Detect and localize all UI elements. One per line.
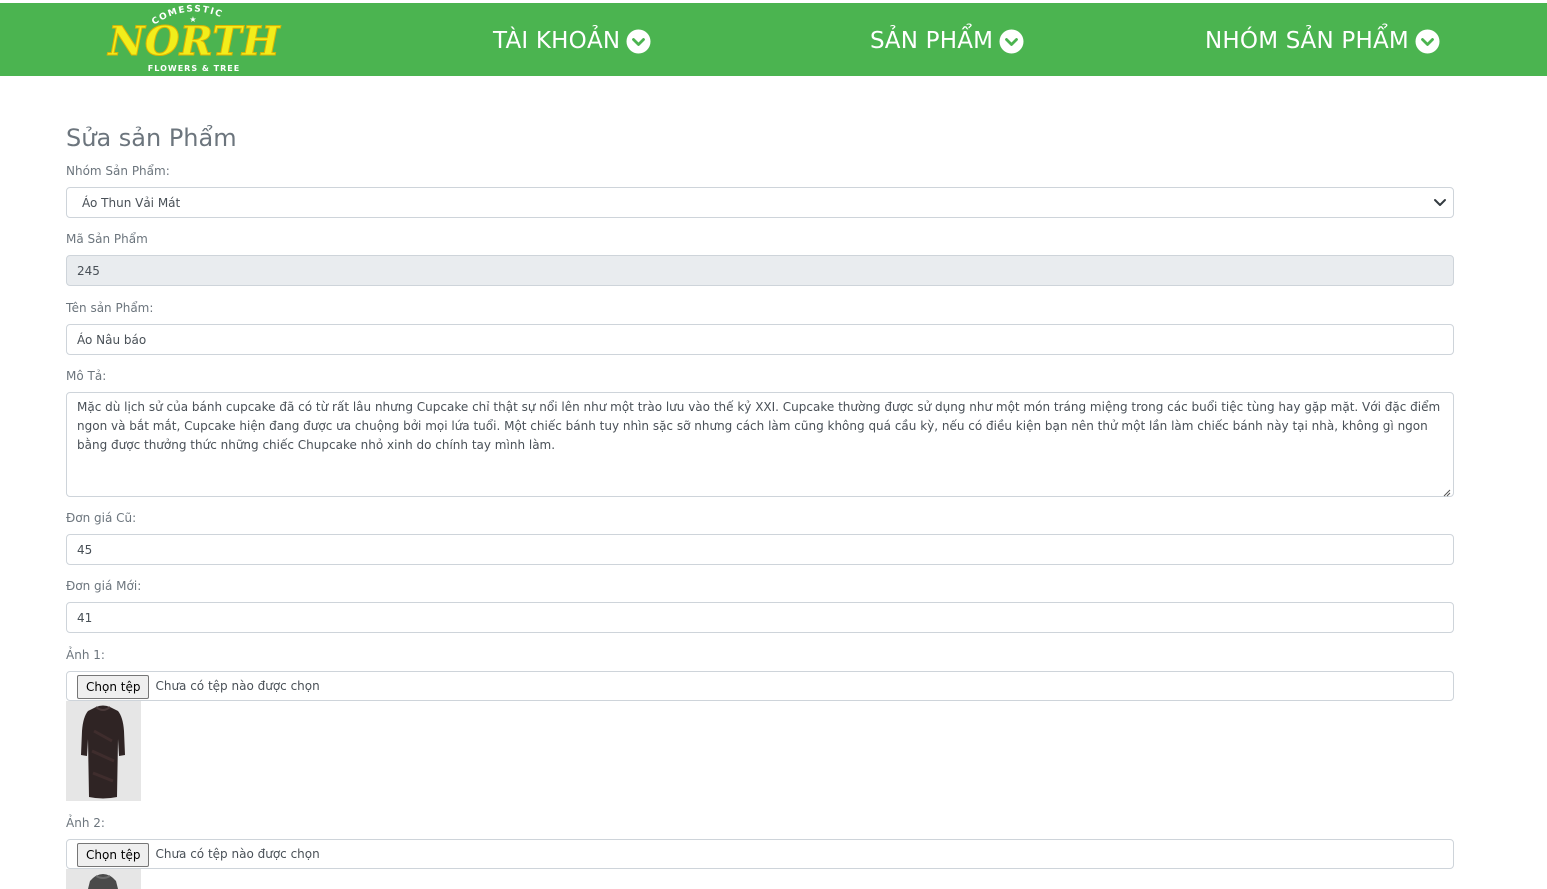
logo-tagline: FLOWERS & TREE bbox=[148, 64, 240, 73]
name-input[interactable]: Áo Nâu báo bbox=[66, 324, 1454, 355]
image1-label: Ảnh 1: bbox=[66, 648, 105, 662]
chevron-down-circle-icon bbox=[626, 29, 651, 54]
chevron-down-icon bbox=[1433, 195, 1447, 209]
image2-preview bbox=[66, 869, 141, 889]
image1-file-status: Chưa có tệp nào được chọn bbox=[155, 679, 320, 693]
nav-tai-khoan[interactable]: TÀI KHOẢN bbox=[493, 23, 651, 59]
image1-file-input[interactable]: Chọn tệp Chưa có tệp nào được chọn bbox=[66, 671, 1454, 701]
group-select[interactable]: Áo Thun Vải Mát bbox=[66, 187, 1454, 218]
image1-choose-file-button[interactable]: Chọn tệp bbox=[77, 675, 150, 699]
image2-file-input[interactable]: Chọn tệp Chưa có tệp nào được chọn bbox=[66, 839, 1454, 869]
new-price-input[interactable]: 41 bbox=[66, 602, 1454, 633]
brand-logo[interactable]: COMESSTIC ★ NORTH FLOWERS & TREE bbox=[92, 3, 302, 76]
nav-san-pham[interactable]: SẢN PHẨM bbox=[870, 23, 1024, 59]
name-value: Áo Nâu báo bbox=[77, 332, 147, 347]
chevron-down-circle-icon bbox=[999, 29, 1024, 54]
top-navbar: COMESSTIC ★ NORTH FLOWERS & TREE TÀI KHO… bbox=[0, 3, 1547, 76]
nav-san-pham-label: SẢN PHẨM bbox=[870, 28, 994, 54]
logo-wordmark: NORTH bbox=[106, 18, 281, 65]
nav-nhom-san-pham[interactable]: NHÓM SẢN PHẨM bbox=[1205, 23, 1440, 59]
resize-handle-icon[interactable] bbox=[1441, 484, 1451, 497]
image2-label: Ảnh 2: bbox=[66, 816, 105, 830]
code-field: 245 bbox=[66, 255, 1454, 286]
image2-file-status: Chưa có tệp nào được chọn bbox=[155, 847, 320, 861]
chevron-down-circle-icon bbox=[1415, 29, 1440, 54]
group-selected-value: Áo Thun Vải Mát bbox=[82, 195, 181, 210]
page-title: Sửa sản Phẩm bbox=[66, 124, 237, 152]
group-label: Nhóm Sản Phẩm: bbox=[66, 164, 170, 178]
image2-choose-file-button[interactable]: Chọn tệp bbox=[77, 843, 150, 867]
nav-tai-khoan-label: TÀI KHOẢN bbox=[493, 28, 621, 54]
description-label: Mô Tả: bbox=[66, 369, 107, 383]
new-price-value: 41 bbox=[77, 610, 93, 625]
description-value: Mặc dù lịch sử của bánh cupcake đã có từ… bbox=[77, 400, 1441, 452]
name-label: Tên sản Phẩm: bbox=[66, 301, 154, 315]
new-price-label: Đơn giá Mới: bbox=[66, 579, 142, 593]
nav-nhom-san-pham-label: NHÓM SẢN PHẨM bbox=[1205, 28, 1409, 54]
image1-preview bbox=[66, 701, 141, 801]
old-price-label: Đơn giá Cũ: bbox=[66, 511, 137, 525]
description-textarea[interactable]: Mặc dù lịch sử của bánh cupcake đã có từ… bbox=[66, 392, 1454, 497]
code-label: Mã Sản Phẩm bbox=[66, 232, 148, 246]
code-value: 245 bbox=[77, 263, 100, 278]
old-price-value: 45 bbox=[77, 542, 93, 557]
old-price-input[interactable]: 45 bbox=[66, 534, 1454, 565]
